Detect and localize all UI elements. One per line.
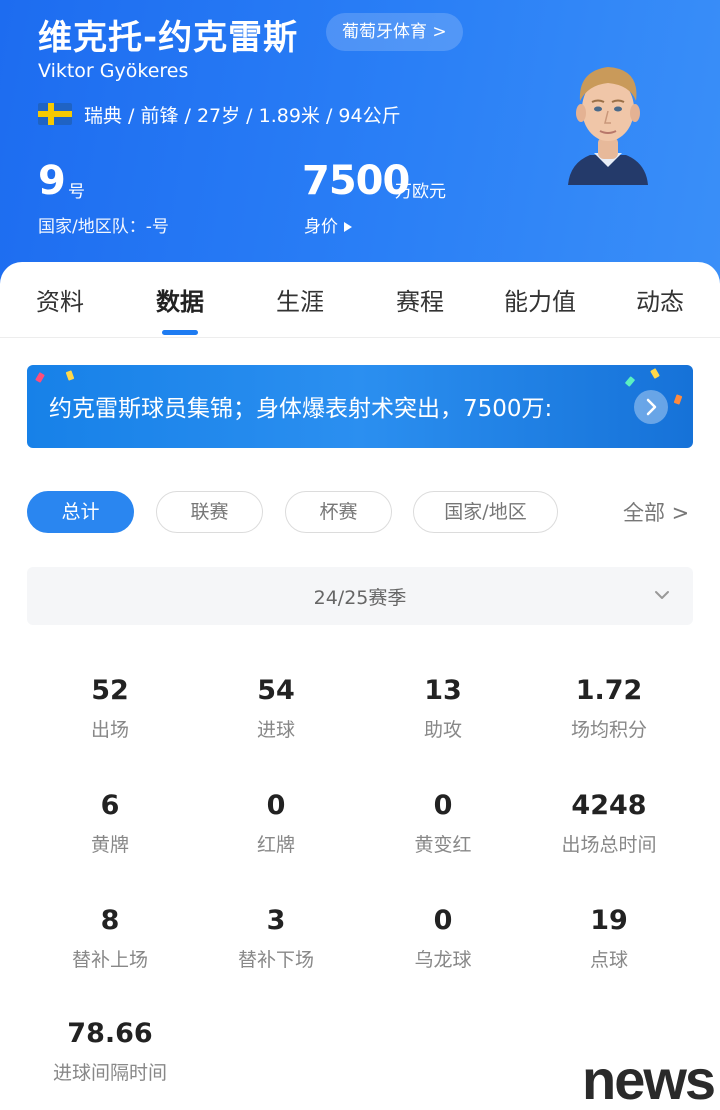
stat-label: 出场: [90, 719, 129, 741]
stat-value: 8: [100, 905, 120, 936]
stat-minutes-played: 4248 出场总时间: [526, 790, 692, 857]
stat-label: 点球: [589, 949, 628, 971]
stat-value: 78.66: [67, 1018, 153, 1049]
player-name-en: Viktor Gyökeres: [38, 60, 189, 82]
stat-value: 6: [100, 790, 120, 821]
confetti-decoration: [650, 368, 660, 379]
stat-label: 助攻: [423, 719, 462, 741]
stat-label: 乌龙球: [414, 949, 472, 971]
stat-label: 进球: [256, 719, 295, 741]
stat-label: 黄牌: [90, 834, 129, 856]
stat-value: 54: [257, 675, 295, 706]
filter-all-button[interactable]: 全部 >: [623, 497, 689, 527]
player-avatar: [568, 67, 648, 185]
stat-value: 19: [590, 905, 628, 936]
stat-red-cards: 0 红牌: [193, 790, 359, 857]
stat-value: 3: [266, 905, 286, 936]
team-link-button[interactable]: 葡萄牙体育 >: [326, 13, 463, 51]
stat-label: 红牌: [256, 834, 295, 856]
stat-appearances: 52 出场: [27, 675, 193, 742]
player-meta-text: 瑞典 / 前锋 / 27岁 / 1.89米 / 94公斤: [84, 104, 401, 127]
player-name-cn: 维克托-约克雷斯: [38, 18, 299, 58]
shirt-number: 9: [38, 158, 66, 204]
stat-value: 52: [91, 675, 129, 706]
tab-ability[interactable]: 能力值: [480, 282, 600, 317]
confetti-decoration: [65, 370, 75, 381]
news-watermark: news: [582, 1048, 716, 1110]
market-value-unit: 万欧元: [395, 182, 446, 202]
confetti-decoration: [673, 394, 683, 405]
player-header: 维克托-约克雷斯 葡萄牙体育 > Viktor Gyökeres 瑞典 / 前锋…: [0, 0, 720, 290]
stat-assists: 13 助攻: [360, 675, 526, 742]
stat-goals: 54 进球: [193, 675, 359, 742]
market-value-label: 身价: [304, 217, 338, 237]
market-value: 7500: [302, 158, 410, 204]
stat-value: 0: [433, 905, 453, 936]
filter-chip-cup[interactable]: 杯赛: [285, 491, 392, 533]
season-selected-value: 24/25赛季: [313, 587, 407, 609]
stat-label: 替补上场: [71, 949, 148, 971]
chevron-down-icon: [655, 591, 669, 599]
market-value-link[interactable]: 身价: [304, 212, 352, 237]
banner-text: 约克雷斯球员集锦；身体爆表射术突出，7500万:: [49, 396, 553, 422]
stat-label: 替补下场: [237, 949, 314, 971]
shirt-number-unit: 号: [68, 182, 85, 202]
filter-chip-total[interactable]: 总计: [27, 491, 134, 533]
stat-value: 1.72: [575, 675, 643, 706]
stat-sub-on: 8 替补上场: [27, 905, 193, 972]
stat-label: 黄变红: [414, 834, 472, 856]
stat-label: 场均积分: [570, 719, 647, 741]
play-arrow-icon: [344, 222, 352, 232]
sweden-flag-icon: [38, 103, 72, 125]
stat-own-goals: 0 乌龙球: [360, 905, 526, 972]
stat-sub-off: 3 替补下场: [193, 905, 359, 972]
filter-chip-national[interactable]: 国家/地区: [413, 491, 558, 533]
stat-value: 13: [424, 675, 462, 706]
tab-data[interactable]: 数据: [120, 282, 240, 317]
stat-yellow-cards: 6 黄牌: [27, 790, 193, 857]
tab-profile[interactable]: 资料: [0, 282, 120, 317]
active-tab-indicator: [162, 330, 198, 335]
stat-value: 0: [266, 790, 286, 821]
stat-second-yellow: 0 黄变红: [360, 790, 526, 857]
stat-penalties: 19 点球: [526, 905, 692, 972]
tab-news[interactable]: 动态: [600, 282, 720, 317]
national-team-number: 国家/地区队：-号: [38, 217, 169, 237]
tab-schedule[interactable]: 赛程: [360, 282, 480, 317]
stat-label: 进球间隔时间: [52, 1062, 167, 1084]
chevron-right-icon[interactable]: [634, 390, 668, 424]
season-select[interactable]: 24/25赛季: [27, 567, 693, 625]
stat-label: 出场总时间: [561, 834, 657, 856]
stat-value: 0: [433, 790, 453, 821]
highlight-video-banner[interactable]: 约克雷斯球员集锦；身体爆表射术突出，7500万:: [27, 365, 693, 448]
stat-value: 4248: [571, 790, 647, 821]
filter-chip-league[interactable]: 联赛: [156, 491, 263, 533]
tab-career[interactable]: 生涯: [240, 282, 360, 317]
tab-bar: 资料 数据 生涯 赛程 能力值 动态: [0, 262, 720, 338]
player-meta-row: 瑞典 / 前锋 / 27岁 / 1.89米 / 94公斤: [38, 100, 401, 128]
confetti-decoration: [624, 376, 636, 387]
stat-points-per-game: 1.72 场均积分: [526, 675, 692, 742]
stat-minutes-per-goal: 78.66 进球间隔时间: [27, 1018, 193, 1085]
confetti-decoration: [35, 372, 45, 383]
